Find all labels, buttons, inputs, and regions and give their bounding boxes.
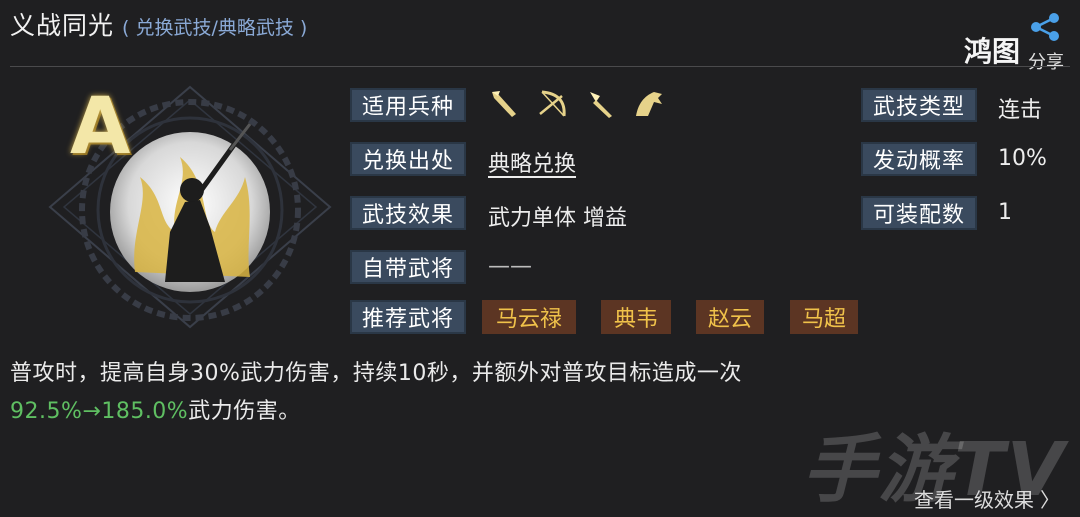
skill-header: 义战同光 ( 兑换武技/典略武技 ) [10, 6, 307, 46]
scaling-value: 92.5%→185.0% [10, 399, 189, 424]
equip-value: 1 [998, 200, 1012, 225]
effect-label: 武技效果 [350, 196, 466, 230]
description-tail: 武力伤害。 [188, 399, 301, 424]
skill-subtitle: ( 兑换武技/典略武技 ) [122, 17, 308, 39]
effect-value: 武力单体 增益 [488, 206, 627, 231]
share-button[interactable]: 鸿图 分享 [920, 8, 1070, 73]
horse-icon [632, 88, 666, 120]
description-line-2: 92.5%→185.0%武力伤害。 [10, 393, 910, 431]
source-label: 兑换出处 [350, 142, 466, 176]
blade-icon [584, 88, 618, 120]
recommended-general-1[interactable]: 马云禄 [482, 300, 576, 334]
recommended-general-2[interactable]: 典韦 [601, 300, 671, 334]
skill-description: 普攻时，提高自身30%武力伤害，持续10秒，并额外对普攻目标造成一次 92.5%… [10, 355, 910, 431]
own-general-label: 自带武将 [350, 250, 466, 284]
own-general-value: —— [488, 254, 532, 279]
brand-logo: 鸿图 [963, 35, 1020, 68]
view-level-one-label: 查看一级效果 [914, 488, 1034, 512]
type-value: 连击 [998, 98, 1043, 123]
rate-value: 10% [998, 146, 1047, 171]
spear-icon [488, 88, 522, 120]
bow-icon [536, 88, 570, 120]
skill-grade: A [70, 82, 131, 172]
source-link[interactable]: 典略兑换 [488, 146, 576, 178]
recommend-label: 推荐武将 [350, 300, 466, 334]
share-icon [1028, 12, 1062, 46]
rate-label: 发动概率 [861, 142, 977, 176]
header-divider [10, 66, 1070, 67]
recommended-general-3[interactable]: 赵云 [696, 300, 764, 334]
skill-title: 义战同光 [10, 11, 115, 40]
troop-label: 适用兵种 [350, 88, 466, 122]
troop-icons [488, 88, 666, 120]
chevron-right-icon: 〉 [1040, 488, 1060, 512]
type-label: 武技类型 [861, 88, 977, 122]
equip-label: 可装配数 [861, 196, 977, 230]
view-level-one-button[interactable]: 查看一级效果〉 [914, 484, 1060, 513]
recommended-general-4[interactable]: 马超 [790, 300, 858, 334]
share-label: 分享 [1028, 52, 1064, 73]
description-line-1: 普攻时，提高自身30%武力伤害，持续10秒，并额外对普攻目标造成一次 [10, 361, 742, 386]
